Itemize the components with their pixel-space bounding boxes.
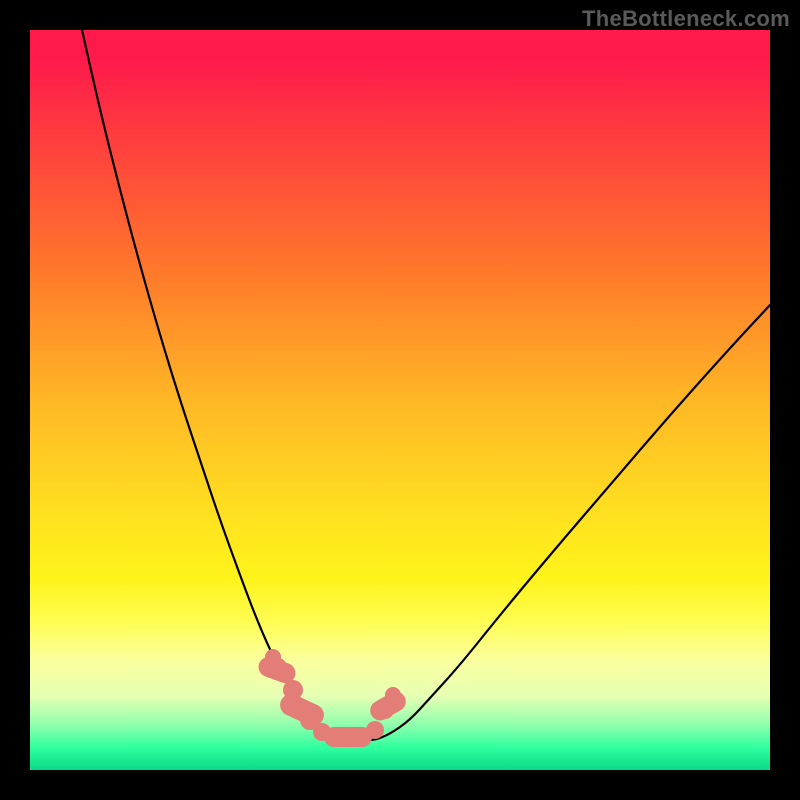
- marker-dot: [269, 658, 287, 676]
- watermark-text: TheBottleneck.com: [582, 6, 790, 32]
- marker-dot: [366, 721, 384, 739]
- curve-svg: [30, 30, 770, 770]
- marker-dot: [341, 728, 359, 746]
- plot-area: [30, 30, 770, 770]
- marker-dot: [283, 680, 303, 700]
- marker-dot: [376, 701, 394, 719]
- bottleneck-curve: [82, 30, 770, 740]
- chart-frame: TheBottleneck.com: [0, 0, 800, 800]
- marker-dot: [313, 723, 331, 741]
- marker-dot: [385, 687, 401, 703]
